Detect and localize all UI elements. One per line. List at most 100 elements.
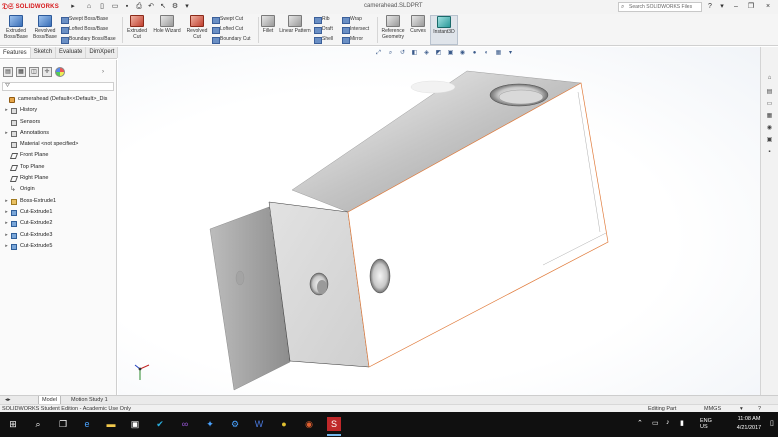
expand-arrow-icon[interactable]: ▸: [4, 218, 9, 229]
tree-item[interactable]: ▸ Cut-Extrude1: [0, 207, 117, 218]
expand-arrow-icon[interactable]: ▸: [4, 241, 9, 252]
dimxpert-manager-icon[interactable]: ✛: [42, 66, 52, 77]
feature-tree-filter[interactable]: ⛛: [2, 82, 114, 91]
rebuild-icon[interactable]: ⚙: [170, 2, 180, 12]
tree-item[interactable]: Sensors: [0, 117, 117, 128]
home-icon[interactable]: ⌂: [84, 2, 94, 12]
swept-cut-button[interactable]: Swept Cut: [211, 15, 243, 24]
print-icon[interactable]: ⎙: [134, 2, 144, 12]
language-indicator[interactable]: ENG US: [700, 418, 712, 430]
search-box[interactable]: ⌕ Search SOLIDWORKS Files: [618, 2, 702, 12]
visual-studio-icon[interactable]: ∞: [178, 417, 192, 431]
new-document-icon[interactable]: ▯: [97, 2, 107, 12]
zoom-to-fit-icon[interactable]: ⤢: [374, 49, 383, 58]
options-icon[interactable]: ▾: [182, 2, 192, 12]
edge-browser-icon[interactable]: e: [80, 417, 94, 431]
app-icon[interactable]: ●: [277, 417, 291, 431]
expand-arrow-icon[interactable]: ▸: [4, 128, 9, 139]
boundary-boss-button[interactable]: Boundary Boss/Base: [60, 35, 116, 44]
fillet-button[interactable]: Fillet: [260, 15, 276, 45]
clock[interactable]: 11:08 AM 4/21/2017: [732, 415, 766, 433]
property-manager-icon[interactable]: ▦: [16, 66, 26, 77]
hide-show-items-icon[interactable]: ◉: [458, 49, 467, 58]
app-icon[interactable]: ✔: [153, 417, 167, 431]
graphics-area[interactable]: ⤢ ⌕ ↺ ◧ ◈ ◩ ▣ ◉ ● ◐ ▦ ▾: [118, 47, 760, 395]
expand-arrow-icon[interactable]: ▸: [4, 207, 9, 218]
side-hole[interactable]: [369, 258, 391, 294]
boundary-cut-button[interactable]: Boundary Cut: [211, 35, 251, 44]
file-explorer-icon[interactable]: ▬: [104, 417, 118, 431]
shell-button[interactable]: Shell: [313, 35, 333, 44]
help-icon[interactable]: ?: [704, 1, 716, 13]
extruded-cut-button[interactable]: Extruded Cut: [124, 15, 150, 45]
expand-arrow-icon[interactable]: ▸: [4, 196, 9, 207]
display-manager-icon[interactable]: [55, 66, 65, 77]
expand-arrow-icon[interactable]: ▸: [4, 230, 9, 241]
tree-item[interactable]: ▸ Cut-Extrude3: [0, 230, 117, 241]
curves-button[interactable]: Curves: [408, 15, 428, 45]
draft-button[interactable]: Draft: [313, 25, 333, 34]
word-icon[interactable]: W: [252, 417, 266, 431]
tree-item[interactable]: Front Plane: [0, 150, 117, 161]
settings-icon[interactable]: ⚙: [228, 417, 242, 431]
linear-pattern-button[interactable]: Linear Pattern: [278, 15, 312, 45]
graphics-options-icon[interactable]: ▾: [506, 49, 515, 58]
undo-icon[interactable]: ↶: [146, 2, 156, 12]
extruded-boss-button[interactable]: Extruded Boss/Base: [2, 15, 30, 45]
tree-item[interactable]: ▸ History: [0, 105, 117, 116]
view-settings-icon[interactable]: ▦: [494, 49, 503, 58]
tree-item[interactable]: Origin: [0, 184, 117, 195]
swept-boss-button[interactable]: Swept Boss/Base: [60, 15, 108, 24]
feature-manager-tree-icon[interactable]: ▤: [3, 66, 13, 77]
solidworks-taskbar-icon[interactable]: S: [327, 417, 341, 436]
tab-evaluate[interactable]: Evaluate: [56, 47, 87, 58]
windows-start-icon[interactable]: ⊞: [6, 417, 20, 431]
instant3d-button[interactable]: Instant3D: [430, 15, 458, 45]
reference-geometry-button[interactable]: Reference Geometry: [379, 15, 407, 45]
minimize-button[interactable]: –: [730, 1, 742, 13]
network-icon[interactable]: ▭: [652, 419, 659, 427]
tab-features[interactable]: Features: [0, 47, 31, 58]
tree-item[interactable]: Right Plane: [0, 173, 117, 184]
section-view-icon[interactable]: ◧: [410, 49, 419, 58]
lofted-cut-button[interactable]: Lofted Cut: [211, 25, 243, 34]
store-icon[interactable]: ▣: [128, 417, 142, 431]
tree-item[interactable]: Top Plane: [0, 162, 117, 173]
apply-scene-icon[interactable]: ◐: [482, 49, 491, 58]
view-orientation-icon[interactable]: ◩: [434, 49, 443, 58]
tree-item[interactable]: ▸ Cut-Extrude5: [0, 241, 117, 252]
design-library-icon[interactable]: ▤: [764, 87, 775, 97]
tree-item[interactable]: Material <not specified>: [0, 139, 117, 150]
solidworks-resources-icon[interactable]: ⌂: [764, 73, 775, 83]
open-icon[interactable]: ▭: [110, 2, 120, 12]
tree-item[interactable]: ▸ Cut-Extrude2: [0, 218, 117, 229]
close-button[interactable]: ×: [762, 1, 774, 13]
configuration-manager-icon[interactable]: ◫: [29, 66, 39, 77]
mirror-button[interactable]: Mirror: [341, 35, 363, 44]
tree-item[interactable]: ▸ Annotations: [0, 128, 117, 139]
restore-button[interactable]: ❐: [745, 1, 757, 13]
dynamic-annotation-icon[interactable]: ◈: [422, 49, 431, 58]
wrap-button[interactable]: Wrap: [341, 15, 362, 24]
volume-icon[interactable]: ♪: [666, 419, 670, 426]
rib-button[interactable]: Rib: [313, 15, 330, 24]
part-model-view[interactable]: [118, 47, 760, 395]
app-icon[interactable]: ✦: [203, 417, 217, 431]
panel-expand-icon[interactable]: ›: [102, 69, 104, 75]
display-style-icon[interactable]: ▣: [446, 49, 455, 58]
revolved-boss-button[interactable]: Revolved Boss/Base: [31, 15, 59, 45]
expand-arrow-icon[interactable]: ▸: [4, 105, 9, 116]
intersect-button[interactable]: Intersect: [341, 25, 369, 34]
appearances-icon[interactable]: ◉: [764, 123, 775, 133]
zoom-area-icon[interactable]: ⌕: [386, 49, 395, 58]
solidworks-logo[interactable]: 𝔇𝔖 SOLIDWORKS: [2, 1, 62, 13]
save-icon[interactable]: ▪: [122, 2, 132, 12]
lofted-boss-button[interactable]: Lofted Boss/Base: [60, 25, 108, 34]
edit-appearance-icon[interactable]: ●: [470, 49, 479, 58]
file-explorer-icon[interactable]: ▭: [764, 99, 775, 109]
notifications-icon[interactable]: ▯: [770, 419, 774, 427]
task-view-icon[interactable]: ❐: [56, 417, 70, 431]
view-palette-icon[interactable]: ▦: [764, 111, 775, 121]
battery-icon[interactable]: ▮: [680, 419, 684, 427]
system-tray-up-icon[interactable]: ⌃: [637, 419, 643, 427]
